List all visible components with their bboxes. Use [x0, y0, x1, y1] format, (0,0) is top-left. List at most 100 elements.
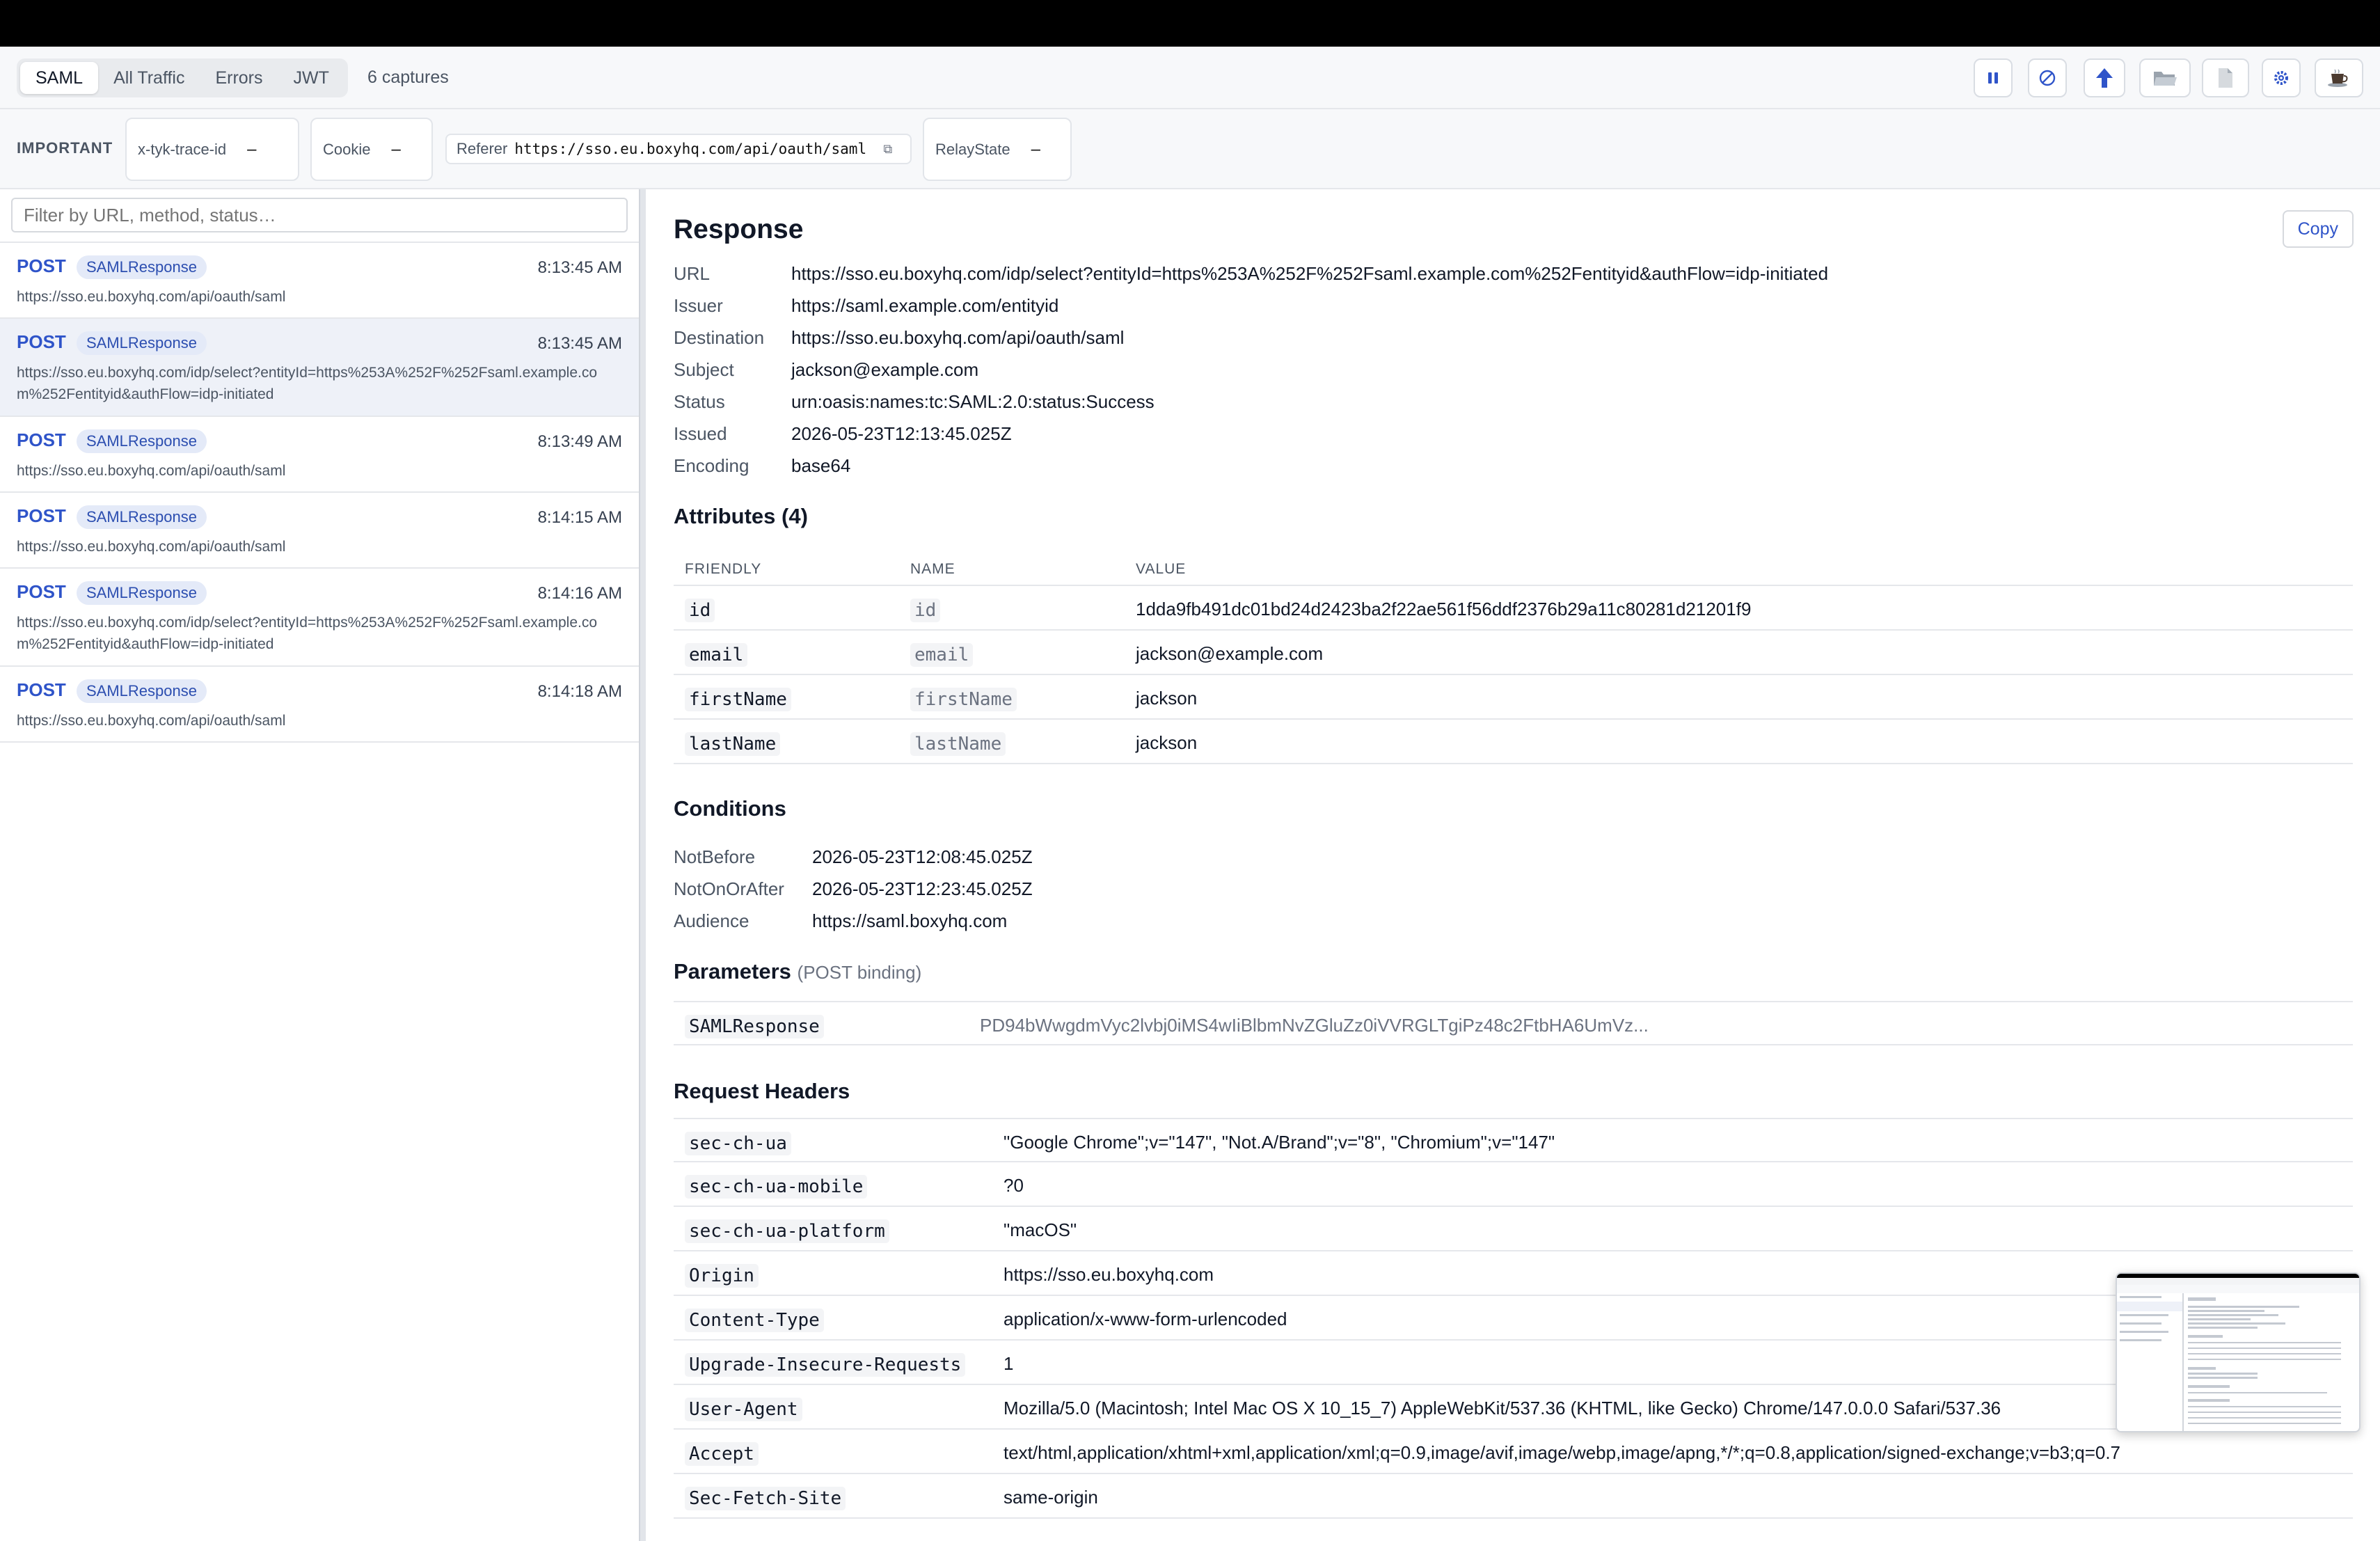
- request-item[interactable]: POST SAMLResponse 8:13:45 AM https://sso…: [0, 243, 639, 319]
- request-method: POST: [17, 505, 66, 526]
- request-item[interactable]: POST SAMLResponse 8:13:49 AM https://sso…: [0, 417, 639, 493]
- table-row: firstName firstName jackson: [674, 675, 2353, 720]
- table-row: User-Agent Mozilla/5.0 (Macintosh; Intel…: [674, 1385, 2353, 1430]
- attr-value: jackson: [1136, 688, 1198, 709]
- condition-value: 2026-05-23T12:23:45.025Z: [812, 878, 1033, 899]
- table-row: email email jackson@example.com: [674, 631, 2353, 675]
- header-chip-referer[interactable]: Referer https://sso.eu.boxyhq.com/api/oa…: [445, 134, 912, 164]
- export-button[interactable]: [2084, 58, 2125, 97]
- header-chip-relaystate[interactable]: RelayState –: [923, 118, 1072, 181]
- request-headers-title: Request Headers: [674, 1079, 850, 1103]
- clear-button[interactable]: [2028, 58, 2067, 97]
- parameters-title: Parameters (POST binding): [674, 959, 921, 984]
- attr-name: lastName: [910, 732, 1006, 756]
- header-value: "Google Chrome";v="147", "Not.A/Brand";v…: [1003, 1132, 1555, 1153]
- coffee-icon: [2327, 68, 2351, 88]
- file-button[interactable]: [2202, 58, 2249, 97]
- settings-icon: [2272, 69, 2290, 87]
- tab-jwt[interactable]: JWT: [278, 62, 344, 94]
- header-name: sec-ch-ua-platform: [685, 1219, 889, 1243]
- attr-name: id: [910, 599, 941, 622]
- parameters-table: SAMLResponse PD94bWwgdmVyc2lvbj0iMS4wIiB…: [674, 1001, 2353, 1045]
- chip-name: x-tyk-trace-id: [138, 140, 227, 158]
- chip-name: Referer: [457, 140, 508, 157]
- header-value: https://sso.eu.boxyhq.com: [1003, 1264, 1214, 1285]
- screenshot-thumbnail[interactable]: [2116, 1272, 2361, 1432]
- header-name: Accept: [685, 1442, 759, 1466]
- attr-friendly: firstName: [685, 688, 791, 711]
- field-value: https://sso.eu.boxyhq.com/idp/select?ent…: [791, 263, 1829, 284]
- toolbar: SAML All Traffic Errors JWT 6 captures: [0, 47, 2380, 109]
- header-chip-cookie[interactable]: Cookie –: [310, 118, 433, 181]
- field-value: base64: [791, 455, 851, 476]
- header-chip-trace-id[interactable]: x-tyk-trace-id –: [125, 118, 299, 181]
- column-header: NAME: [910, 561, 955, 577]
- header-name: Sec-Fetch-Site: [685, 1487, 846, 1510]
- tab-errors[interactable]: Errors: [200, 62, 278, 94]
- request-item[interactable]: POST SAMLResponse 8:14:16 AM https://sso…: [0, 569, 639, 667]
- request-item[interactable]: POST SAMLResponse 8:14:15 AM https://sso…: [0, 493, 639, 569]
- attr-friendly: lastName: [685, 732, 781, 756]
- field-label: URL: [674, 263, 711, 284]
- condition-label: Audience: [674, 910, 749, 931]
- pause-icon: [1985, 70, 2001, 86]
- request-url: https://sso.eu.boxyhq.com/api/oauth/saml: [17, 289, 286, 305]
- attr-name: firstName: [910, 688, 1017, 711]
- request-method: POST: [17, 331, 66, 352]
- request-list-panel: POST SAMLResponse 8:13:45 AM https://sso…: [0, 189, 639, 1541]
- column-header: FRIENDLY: [685, 561, 762, 577]
- column-header: VALUE: [1136, 561, 1187, 577]
- settings-button[interactable]: [2262, 58, 2301, 97]
- table-row: Sec-Fetch-Site same-origin: [674, 1474, 2353, 1519]
- attr-value: jackson: [1136, 732, 1198, 753]
- thumbnail-preview-image: [2117, 1274, 2359, 1431]
- important-label: IMPORTANT: [17, 139, 113, 157]
- request-time: 8:13:45 AM: [537, 258, 622, 277]
- field-value: urn:oasis:names:tc:SAML:2.0:status:Succe…: [791, 391, 1155, 412]
- request-time: 8:14:15 AM: [537, 508, 622, 527]
- header-value: application/x-www-form-urlencoded: [1003, 1309, 1287, 1329]
- chip-value: –: [1031, 139, 1040, 159]
- field-value: https://saml.example.com/entityid: [791, 295, 1059, 316]
- field-label: Issuer: [674, 295, 723, 316]
- table-row: Content-Type application/x-www-form-urle…: [674, 1296, 2353, 1341]
- coffee-button[interactable]: [2315, 58, 2363, 97]
- field-value: jackson@example.com: [791, 359, 979, 380]
- chip-name: RelayState: [935, 140, 1010, 158]
- filter-input[interactable]: [11, 198, 628, 232]
- copy-icon[interactable]: ⧉: [883, 142, 892, 157]
- request-time: 8:13:49 AM: [537, 432, 622, 451]
- attributes-title: Attributes (4): [674, 504, 808, 528]
- tab-saml[interactable]: SAML: [20, 62, 99, 94]
- field-label: Subject: [674, 359, 734, 380]
- attributes-table: FRIENDLY NAME VALUE id id 1dda9fb491dc01…: [674, 546, 2353, 764]
- condition-value: https://saml.boxyhq.com: [812, 910, 1008, 931]
- chip-value: –: [247, 139, 257, 159]
- pause-button[interactable]: [1974, 58, 2013, 97]
- attr-friendly: email: [685, 643, 748, 667]
- request-item[interactable]: POST SAMLResponse 8:14:18 AM https://sso…: [0, 667, 639, 743]
- param-name: SAMLResponse: [685, 1015, 824, 1038]
- request-method: POST: [17, 429, 66, 450]
- request-time: 8:13:45 AM: [537, 334, 622, 353]
- request-method: POST: [17, 581, 66, 602]
- table-header: FRIENDLY NAME VALUE: [674, 546, 2353, 586]
- request-url: https://sso.eu.boxyhq.com/idp/select?ent…: [17, 615, 598, 652]
- table-row: Accept text/html,application/xhtml+xml,a…: [674, 1430, 2353, 1474]
- request-url: https://sso.eu.boxyhq.com/api/oauth/saml: [17, 713, 286, 729]
- panel-resize-handle[interactable]: [639, 189, 646, 1541]
- header-value: "macOS": [1003, 1219, 1077, 1240]
- header-value: Mozilla/5.0 (Macintosh; Intel Mac OS X 1…: [1003, 1398, 2001, 1418]
- open-button[interactable]: [2139, 58, 2191, 97]
- param-value[interactable]: PD94bWwgdmVyc2lvbj0iMS4wIiBlbmNvZGluZz0i…: [980, 1015, 1649, 1036]
- condition-label: NotOnOrAfter: [674, 878, 784, 899]
- chip-value: https://sso.eu.boxyhq.com/api/oauth/saml: [514, 141, 867, 157]
- open-folder-icon: [2152, 68, 2177, 88]
- request-item[interactable]: POST SAMLResponse 8:13:45 AM https://sso…: [0, 319, 639, 417]
- copy-button[interactable]: Copy: [2282, 210, 2354, 248]
- field-label: Status: [674, 391, 725, 412]
- tab-all-traffic[interactable]: All Traffic: [98, 62, 200, 94]
- table-row: lastName lastName jackson: [674, 720, 2353, 764]
- request-method: POST: [17, 255, 66, 276]
- chip-name: Cookie: [323, 140, 371, 158]
